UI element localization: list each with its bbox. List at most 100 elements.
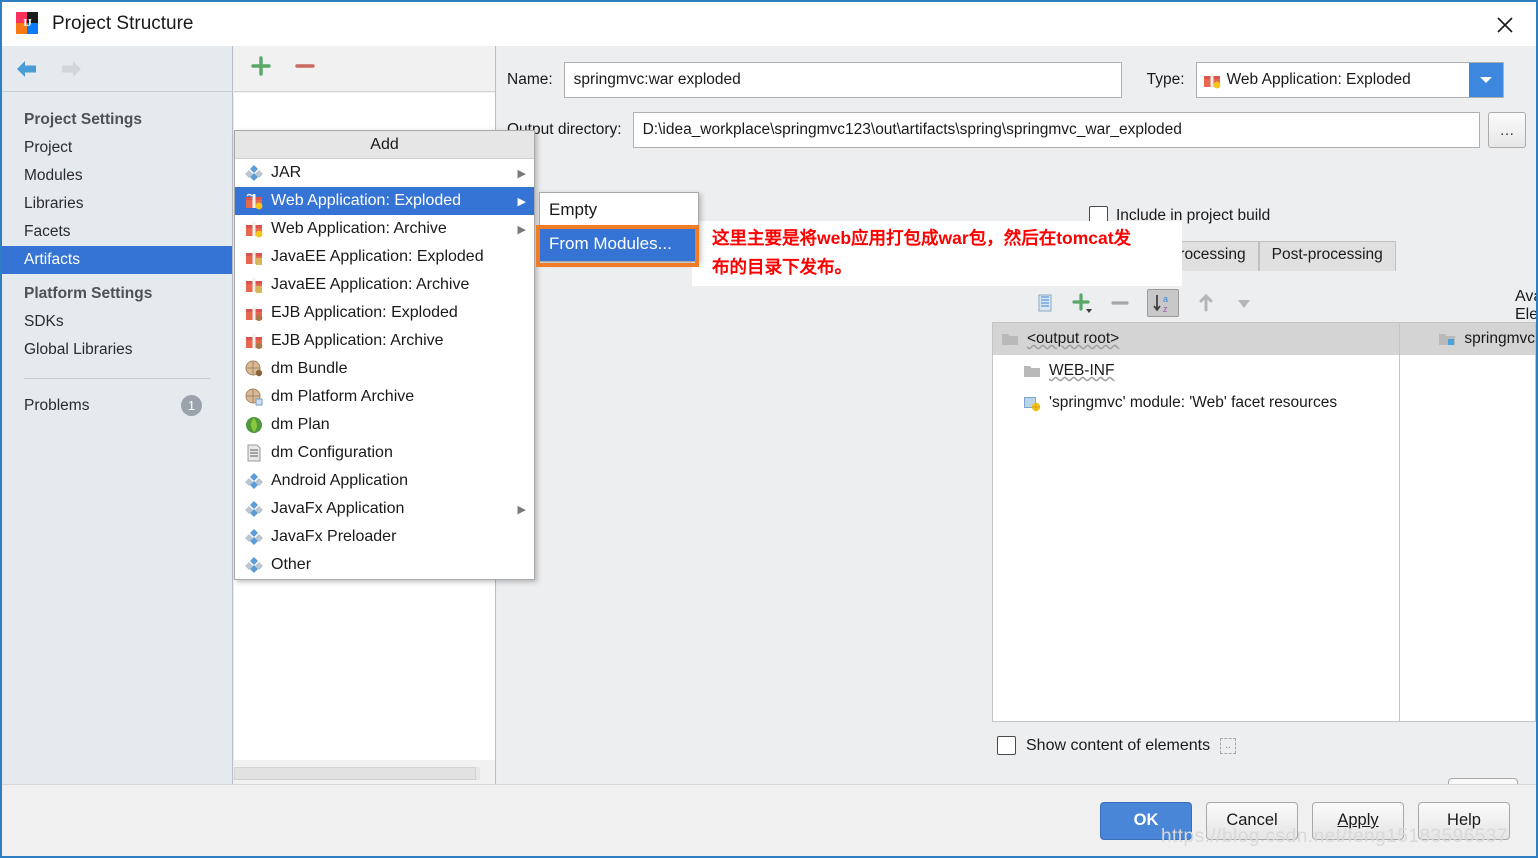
- sort-alphabetically-button[interactable]: a z: [1147, 289, 1179, 317]
- tree-row-label: 'springmvc' module: 'Web' facet resource…: [1049, 394, 1338, 411]
- chevron-down-icon[interactable]: [1468, 63, 1503, 97]
- facet-resources-icon[interactable]: [1035, 293, 1055, 313]
- dm-bundle-icon: [245, 360, 263, 378]
- browse-directory-button[interactable]: …: [1488, 112, 1526, 148]
- menu-item-javafx-preloader[interactable]: JavaFx Preloader: [235, 523, 534, 551]
- logo-letters: IJ: [23, 17, 32, 29]
- menu-item-web-application-archive[interactable]: Web Application: Archive ▶: [235, 215, 534, 243]
- chevron-right-icon: ▶: [517, 195, 526, 208]
- artifact-type-combobox[interactable]: Web Application: Exploded: [1195, 62, 1504, 98]
- menu-item-javaee-application-exploded[interactable]: JavaEE Application: Exploded: [235, 243, 534, 271]
- menu-item-ejb-application-exploded[interactable]: EJB Application: Exploded: [235, 299, 534, 327]
- available-elements-tree[interactable]: springmvc: [1399, 322, 1536, 722]
- cancel-button[interactable]: Cancel: [1206, 801, 1298, 840]
- svg-text:a: a: [1163, 294, 1168, 304]
- menu-item-javaee-application-archive[interactable]: JavaEE Application: Archive: [235, 271, 534, 299]
- tree-row[interactable]: 'springmvc' module: 'Web' facet resource…: [993, 387, 1399, 419]
- menu-item-label: dm Configuration: [271, 444, 393, 461]
- output-layout-toolbar: a z: [1005, 282, 1536, 324]
- dm-plan-icon: [245, 416, 263, 434]
- output-directory-row: Output directory: …: [507, 112, 1526, 148]
- title-bar: IJ Project Structure: [2, 2, 1536, 46]
- sidebar-item-project[interactable]: Project: [2, 134, 232, 162]
- back-arrow-icon[interactable]: [14, 58, 40, 80]
- menu-item-label: JavaFx Application: [271, 500, 405, 517]
- sidebar-item-facets[interactable]: Facets: [2, 218, 232, 246]
- dialog-footer: OK Cancel Apply Help: [2, 784, 1536, 856]
- apply-button[interactable]: Apply: [1312, 801, 1404, 840]
- menu-item-ejb-application-archive[interactable]: EJB Application: Archive: [235, 327, 534, 355]
- sidebar-item-libraries[interactable]: Libraries: [2, 190, 232, 218]
- move-down-button[interactable]: [1233, 292, 1255, 314]
- sidebar-item-modules[interactable]: Modules: [2, 162, 232, 190]
- tree-row-label: <output root>: [1027, 330, 1120, 347]
- tree-row-label: WEB-INF: [1049, 362, 1115, 379]
- sidebar-group-project-settings: Project Settings: [24, 111, 142, 128]
- close-icon[interactable]: [1488, 10, 1522, 40]
- show-content-label: Show content of elements: [1026, 736, 1211, 754]
- menu-item-dm-configuration[interactable]: dm Configuration: [235, 439, 534, 467]
- submenu-item-empty[interactable]: Empty: [540, 193, 698, 227]
- sidebar-list: Project Settings Project Modules Librari…: [2, 92, 232, 416]
- tree-row-label: springmvc: [1464, 330, 1535, 347]
- tree-row[interactable]: WEB-INF: [993, 355, 1399, 387]
- menu-item-jar[interactable]: JAR ▶: [235, 159, 534, 187]
- javaee-icon: [245, 248, 263, 266]
- show-content-options-icon[interactable]: ..: [1220, 737, 1237, 754]
- jar-icon: [245, 164, 263, 182]
- sidebar-item-problems[interactable]: Problems 1: [2, 379, 232, 416]
- scrollbar-thumb[interactable]: [234, 767, 476, 780]
- artifact-type-value: Web Application: Exploded: [1226, 71, 1411, 88]
- menu-item-label: JavaEE Application: Exploded: [271, 248, 484, 265]
- jar-icon: [245, 500, 263, 518]
- output-directory-input[interactable]: [632, 112, 1480, 148]
- tree-row[interactable]: <output root>: [993, 323, 1400, 355]
- menu-item-label: dm Platform Archive: [271, 388, 415, 405]
- svg-text:z: z: [1163, 304, 1168, 314]
- menu-item-label: Android Application: [271, 472, 408, 489]
- menu-item-web-application-exploded[interactable]: Web Application: Exploded ▶: [235, 187, 534, 215]
- menu-item-label: dm Bundle: [271, 360, 348, 377]
- add-element-button[interactable]: [1071, 292, 1093, 314]
- name-row: Name: Type: Web Application: Exploded: [507, 62, 1526, 98]
- artifact-detail-panel: Name: Type: Web Application: Exploded: [497, 46, 1536, 818]
- chevron-right-icon: ▶: [517, 223, 526, 236]
- menu-item-label: JavaEE Application: Archive: [271, 276, 470, 293]
- ok-button[interactable]: OK: [1100, 801, 1192, 840]
- web-app-icon: [245, 220, 263, 238]
- tree-row[interactable]: springmvc: [1400, 323, 1535, 355]
- ejb-icon: [245, 304, 263, 322]
- show-content-checkbox[interactable]: [997, 736, 1016, 755]
- sidebar-item-artifacts[interactable]: Artifacts: [2, 246, 232, 274]
- remove-artifact-button[interactable]: [294, 55, 316, 82]
- help-button[interactable]: Help: [1418, 801, 1510, 840]
- sidebar-item-global-libraries[interactable]: Global Libraries: [2, 336, 232, 364]
- artifact-horizontal-scrollbar[interactable]: [234, 767, 480, 780]
- jar-icon: [245, 472, 263, 490]
- menu-item-javafx-application[interactable]: JavaFx Application ▶: [235, 495, 534, 523]
- output-layout-tree[interactable]: <output root> WEB-INF 'springmvc' module…: [992, 322, 1400, 722]
- menu-item-android-application[interactable]: Android Application: [235, 467, 534, 495]
- add-artifact-menu: Add JAR ▶ Web Application: Exploded ▶ We…: [234, 130, 535, 580]
- remove-element-button[interactable]: [1109, 292, 1131, 314]
- folder-icon: [1001, 330, 1019, 348]
- web-app-icon: [245, 192, 263, 210]
- navigation-arrows: [2, 46, 232, 92]
- menu-item-label: EJB Application: Archive: [271, 332, 444, 349]
- annotation-callout: 这里主要是将web应用打包成war包，然后在tomcat发 布的目录下发布。: [692, 221, 1182, 286]
- move-up-button[interactable]: [1195, 292, 1217, 314]
- jar-icon: [245, 528, 263, 546]
- menu-item-dm-platform-archive[interactable]: dm Platform Archive: [235, 383, 534, 411]
- project-structure-dialog: IJ Project Structure Project Settings Pr…: [0, 0, 1538, 858]
- menu-item-dm-bundle[interactable]: dm Bundle: [235, 355, 534, 383]
- sidebar-item-sdks[interactable]: SDKs: [2, 308, 232, 336]
- tab-post-processing[interactable]: Post-processing: [1258, 241, 1396, 271]
- layout-trees: <output root> WEB-INF 'springmvc' module…: [992, 322, 1536, 722]
- ejb-icon: [245, 332, 263, 350]
- menu-item-dm-plan[interactable]: dm Plan: [235, 411, 534, 439]
- javaee-icon: [245, 276, 263, 294]
- artifact-name-input[interactable]: [563, 62, 1122, 98]
- add-artifact-button[interactable]: [250, 55, 272, 82]
- menu-item-other[interactable]: Other: [235, 551, 534, 579]
- submenu-item-from-modules[interactable]: From Modules...: [540, 227, 698, 261]
